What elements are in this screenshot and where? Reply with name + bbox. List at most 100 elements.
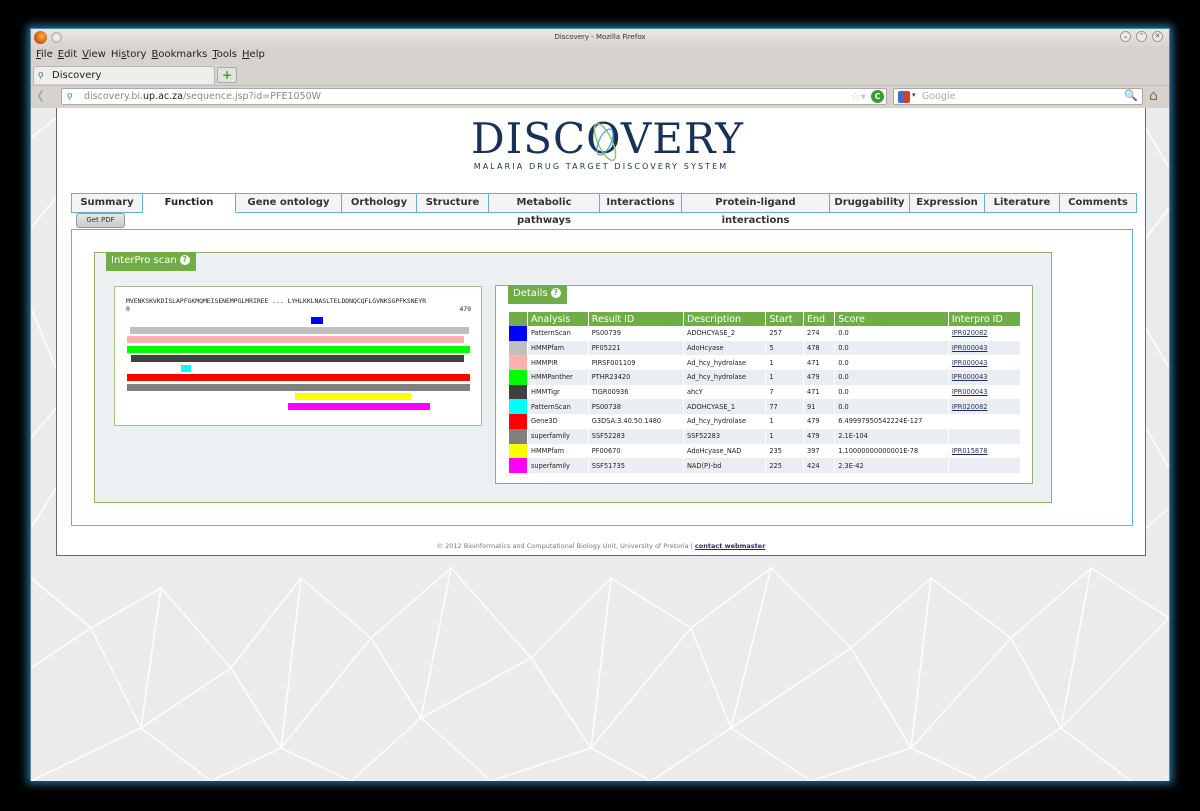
table-row: PatternScan PS00739 ADOHCYASE_2 257 274 0.0 IP… <box>508 326 1020 341</box>
interpro-id-link[interactable]: IPR020082 <box>952 329 988 337</box>
tab-protein-ligand-interactions[interactable]: Protein-ligand interactions <box>682 193 830 226</box>
interpro-id-link[interactable]: IPR000043 <box>952 359 988 367</box>
column-header-end[interactable]: End <box>802 312 835 326</box>
sequence-display: MVENKSKVKDISLAPFGKMQMEISENEMPGLMRIREE ..… <box>126 297 427 305</box>
tab-function[interactable]: Function <box>143 193 236 213</box>
cell-interpro-id: IPR015878 <box>947 443 1020 459</box>
feature-bar-tigr00936[interactable] <box>131 355 465 362</box>
menu-help[interactable]: Help <box>241 47 269 64</box>
cell-interpro-id: IPR000043 <box>947 370 1020 385</box>
tab-comments[interactable]: Comments <box>1060 193 1137 213</box>
column-header-interpro-id[interactable]: Interpro ID <box>947 312 1020 326</box>
cell-analysis: PatternScan <box>527 326 589 341</box>
cell-result-id: PF00670 <box>587 443 684 459</box>
column-header-start[interactable]: Start <box>765 312 804 326</box>
column-header-description[interactable]: Description <box>682 312 766 326</box>
interpro-id-link[interactable]: IPR000043 <box>952 344 988 352</box>
cell-score: 2.1E-104 <box>834 428 949 444</box>
menu-bookmarks[interactable]: Bookmarks <box>150 47 211 64</box>
home-icon[interactable]: ⌂ <box>1149 88 1158 104</box>
cell-interpro-id: IPR020082 <box>947 326 1020 341</box>
discovery-logo[interactable]: DISCOVERY MALARIA DRUG TARGET DISCOVERY … <box>471 116 743 180</box>
details-label: Details <box>513 288 548 299</box>
get-pdf-button[interactable]: Get PDF <box>76 213 125 228</box>
column-header-result-id[interactable]: Result ID <box>587 312 684 326</box>
close-button[interactable]: ✕ <box>1152 31 1163 42</box>
cell-description: ADOHCYASE_2 <box>682 326 766 341</box>
feature-tracks <box>126 317 470 427</box>
help-icon[interactable]: ? <box>179 255 190 265</box>
google-search-engine-icon[interactable] <box>898 91 910 103</box>
cell-score: 0.0 <box>834 399 949 415</box>
reload-icon[interactable]: C <box>871 90 884 103</box>
bookmark-star-icon[interactable]: ☆▾ <box>851 90 866 103</box>
contact-webmaster-link[interactable]: contact webmaster <box>695 542 765 550</box>
binoculars-icon[interactable]: 🔍 <box>1124 89 1138 102</box>
logo-orbit-icon <box>593 122 617 162</box>
cell-analysis: Gene3D <box>527 414 589 429</box>
site-identity-icon[interactable]: ǫ <box>67 91 73 101</box>
cell-end: 479 <box>802 370 835 385</box>
tab-summary[interactable]: Summary <box>71 193 143 213</box>
tab-expression[interactable]: Expression <box>910 193 985 213</box>
footer: © 2012 Bioinformatics and Computational … <box>57 542 1145 550</box>
interpro-id-link[interactable]: IPR000043 <box>952 373 988 381</box>
tab-gene-ontology[interactable]: Gene ontology <box>236 193 342 213</box>
menu-tools[interactable]: Tools <box>211 47 241 64</box>
color-swatch <box>508 428 528 444</box>
new-tab-button[interactable]: + <box>217 67 237 83</box>
feature-bar-ps00739[interactable] <box>310 317 323 324</box>
navigation-bar: ❮ ǫ discovery.bi.up.ac.za/sequence.jsp?i… <box>31 85 1169 107</box>
tab-structure[interactable]: Structure <box>417 193 489 213</box>
color-swatch <box>508 340 528 356</box>
cell-score: 0.0 <box>834 355 949 371</box>
cell-analysis: HMMPfam <box>527 340 589 356</box>
cell-end: 91 <box>802 399 835 415</box>
menu-view[interactable]: View <box>81 47 110 64</box>
interpro-id-link[interactable]: IPR000043 <box>952 388 988 396</box>
cell-end: 471 <box>802 384 835 400</box>
tab-orthology[interactable]: Orthology <box>342 193 417 213</box>
cell-result-id: PF05221 <box>587 340 684 356</box>
interpro-scan-label: InterPro scan <box>111 255 177 266</box>
tab-metabolic-pathways[interactable]: Metabolic pathways <box>489 193 600 226</box>
browser-tab-discovery[interactable]: ǫ Discovery <box>33 66 215 84</box>
cell-description: ADOHCYASE_1 <box>682 399 766 415</box>
help-icon[interactable]: ? <box>550 288 561 298</box>
column-header-color[interactable] <box>508 312 528 326</box>
feature-bar-pf00670[interactable] <box>294 393 412 400</box>
back-icon[interactable]: ❮ <box>36 89 45 102</box>
menu-history[interactable]: History <box>110 47 151 64</box>
maximize-button[interactable]: ⌃ <box>1136 31 1147 42</box>
cell-start: 5 <box>765 340 804 356</box>
url-bar[interactable]: ǫ discovery.bi.up.ac.za/sequence.jsp?id=… <box>61 88 887 105</box>
interpro-id-link[interactable]: IPR015878 <box>952 447 988 455</box>
tab-druggability[interactable]: Druggability <box>830 193 910 213</box>
page-viewport: DISCOVERY MALARIA DRUG TARGET DISCOVERY … <box>31 108 1169 781</box>
cell-start: 77 <box>765 399 804 415</box>
feature-bar-ssf51735[interactable] <box>287 402 431 410</box>
cell-score: 1.10000000000001E-78 <box>834 443 949 459</box>
interpro-id-link[interactable]: IPR020082 <box>952 403 988 411</box>
discovery-favicon-icon: ǫ <box>38 70 44 80</box>
menu-file[interactable]: File <box>35 47 57 64</box>
interpro-scan-box: InterPro scan? MVENKSKVKDISLAPFGKMQMEISE… <box>94 252 1052 503</box>
column-header-analysis[interactable]: Analysis <box>527 312 589 326</box>
search-bar[interactable]: ▾ Google 🔍 <box>893 88 1143 105</box>
feature-bar-ps00738[interactable] <box>181 364 192 372</box>
minimize-button[interactable]: ⌄ <box>1120 31 1131 42</box>
feature-bar-pthr23420[interactable] <box>126 345 470 353</box>
cell-end: 479 <box>802 428 835 444</box>
tab-interactions[interactable]: Interactions <box>600 193 682 213</box>
feature-bar-ssf52283[interactable] <box>126 383 470 391</box>
menu-edit[interactable]: Edit <box>57 47 81 64</box>
feature-bar-g3dsa-3-40-50-1480[interactable] <box>126 374 470 381</box>
search-engine-dropdown-icon[interactable]: ▾ <box>912 91 916 99</box>
column-header-score[interactable]: Score <box>834 312 949 326</box>
page-container: DISCOVERY MALARIA DRUG TARGET DISCOVERY … <box>56 108 1146 556</box>
cell-analysis: superfamily <box>527 458 589 473</box>
feature-bar-pf05221[interactable] <box>129 326 470 334</box>
cell-description: ahcY <box>682 384 766 400</box>
tab-literature[interactable]: Literature <box>985 193 1060 213</box>
feature-bar-pirsf001109[interactable] <box>126 336 465 343</box>
